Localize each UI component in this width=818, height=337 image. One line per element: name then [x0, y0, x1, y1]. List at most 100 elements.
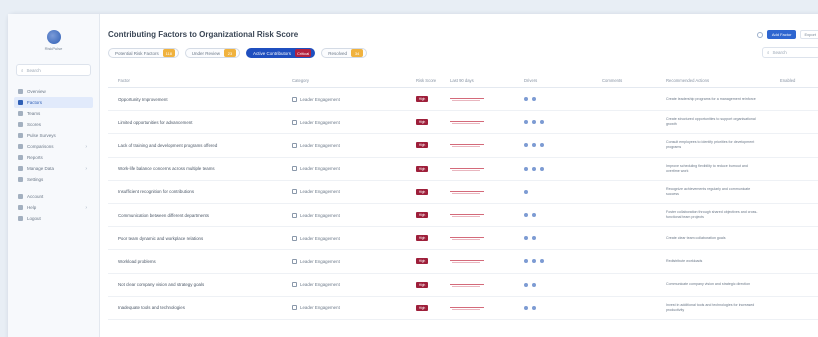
driver-dot-icon[interactable] — [532, 166, 536, 171]
factor-name: Limited opportunities for advancement — [118, 119, 193, 125]
driver-dot-icon[interactable] — [532, 236, 536, 241]
sidebar-item-teams[interactable]: Teams — [14, 108, 93, 119]
factor-name: Insufficient recognition for contributio… — [118, 189, 195, 195]
sidebar-item-reports[interactable]: Reports — [14, 152, 93, 163]
nav-icon — [18, 111, 23, 116]
sparkline-line — [450, 306, 484, 308]
driver-dot-icon[interactable] — [532, 282, 536, 287]
table-search-input[interactable]: ⌕ Search — [762, 47, 818, 58]
category-icon — [292, 258, 297, 264]
driver-dot-icon[interactable] — [532, 120, 536, 125]
driver-dot-icon[interactable] — [524, 120, 528, 125]
nav-icon — [18, 89, 23, 94]
chevron-right-icon: › — [85, 165, 87, 172]
help-icon[interactable] — [756, 31, 763, 38]
column-header[interactable]: Comments — [592, 78, 656, 83]
export-button[interactable]: Export — [800, 30, 818, 39]
trend-sparkline — [450, 142, 484, 148]
driver-dot-icon[interactable] — [524, 236, 528, 241]
column-header[interactable]: Category — [282, 78, 406, 83]
driver-dot-icon[interactable] — [524, 143, 528, 148]
sidebar-search-input[interactable]: ⌕ Search — [16, 64, 91, 76]
sidebar-item-logout[interactable]: Logout — [14, 213, 93, 224]
driver-dot-icon[interactable] — [540, 120, 544, 125]
table-row[interactable]: Not clear company vision and strategy go… — [108, 274, 818, 297]
category-label: Leader Engagement — [300, 166, 340, 172]
trend-cell — [440, 96, 514, 102]
table-row[interactable]: Communication between different departme… — [108, 204, 818, 228]
sidebar-item-scores[interactable]: Scores — [14, 119, 93, 130]
driver-dot-icon[interactable] — [524, 97, 528, 102]
recommended-action: Communicate company vision and strategic… — [666, 282, 751, 287]
table-row[interactable]: Work-life balance concerns across multip… — [108, 158, 818, 181]
table-row[interactable]: Opportunity Improvement Leader Engagement… — [108, 88, 818, 112]
sidebar-item-label: Account — [27, 194, 44, 199]
driver-dot-icon[interactable] — [524, 259, 528, 264]
filter-chip[interactable]: Resolved 34 — [321, 48, 368, 58]
driver-indicators — [524, 120, 592, 125]
category-cell: Leader Engagement — [282, 212, 406, 218]
sidebar-item-label: Teams — [27, 111, 41, 116]
sidebar-item-help[interactable]: Help › — [14, 202, 93, 213]
category-icon — [292, 189, 297, 195]
risk-score-cell: High — [406, 188, 440, 195]
sparkline-line — [452, 123, 480, 125]
table-row[interactable]: Limited opportunities for advancement Lea… — [108, 111, 818, 135]
driver-dot-icon[interactable] — [524, 305, 528, 310]
sidebar-item-comparisons[interactable]: Comparisons › — [14, 141, 93, 152]
filter-chip[interactable]: Under Review 23 — [184, 48, 241, 58]
driver-dot-icon[interactable] — [540, 259, 544, 264]
category-icon — [292, 282, 297, 288]
chevron-right-icon: › — [85, 204, 87, 211]
driver-dot-icon[interactable] — [524, 166, 528, 171]
column-header[interactable]: Recommended Actions — [656, 78, 770, 83]
factor-name: Inadequate tools and technologies — [118, 305, 185, 311]
category-cell: Leader Engagement — [282, 166, 406, 172]
add-factor-button[interactable]: Add Factor — [766, 30, 797, 39]
category-cell: Leader Engagement — [282, 142, 406, 148]
sidebar-item-account[interactable]: Account — [14, 191, 93, 202]
recommended-action: Consult employees to identify priorities… — [666, 140, 755, 150]
drivers-cell — [514, 282, 592, 287]
table-row[interactable]: Poor team dynamic and workplace relation… — [108, 227, 818, 251]
recommended-action: Recognize achievements regularly and com… — [666, 186, 751, 196]
filter-chip[interactable]: Potential Risk Factors 118 — [108, 48, 179, 58]
driver-dot-icon[interactable] — [524, 282, 528, 287]
chip-count-badge: 118 — [162, 49, 175, 57]
driver-dot-icon[interactable] — [532, 259, 536, 264]
table-row[interactable]: Insufficient recognition for contributio… — [108, 181, 818, 204]
column-header[interactable]: Enabled — [770, 78, 810, 83]
sidebar-item-label: Reports — [27, 155, 43, 160]
sidebar-item-pulse-surveys[interactable]: Pulse Surveys — [14, 130, 93, 141]
driver-dot-icon[interactable] — [524, 189, 528, 194]
driver-dot-icon[interactable] — [532, 143, 536, 148]
search-icon: ⌕ — [21, 67, 24, 73]
sidebar-item-factors[interactable]: Factors — [14, 97, 93, 108]
factor-name: Work-life balance concerns across multip… — [118, 166, 215, 172]
table-row[interactable]: Workload problems Leader Engagement High Re… — [108, 250, 818, 274]
filter-chip[interactable]: Active Contributors Critical — [246, 48, 316, 58]
sidebar-item-manage-data[interactable]: Manage Data › — [14, 163, 93, 174]
driver-dot-icon[interactable] — [532, 97, 536, 102]
main-content: Contributing Factors to Organizational R… — [100, 14, 818, 337]
trend-cell — [440, 235, 514, 241]
driver-indicators — [524, 166, 592, 171]
sidebar-item-settings[interactable]: Settings — [14, 174, 93, 185]
category-cell: Leader Engagement — [282, 96, 406, 102]
driver-dot-icon[interactable] — [540, 166, 544, 171]
risk-score-cell: High — [406, 165, 440, 172]
table-row[interactable]: Inadequate tools and technologies Leader … — [108, 297, 818, 320]
column-header[interactable]: Factor — [108, 78, 282, 83]
column-header[interactable]: Drivers — [514, 78, 592, 83]
column-header[interactable]: Last 90 days — [440, 78, 514, 83]
logo-icon — [46, 29, 61, 44]
driver-dot-icon[interactable] — [524, 213, 528, 218]
driver-dot-icon[interactable] — [540, 143, 544, 148]
table-row[interactable]: Lack of training and development program… — [108, 134, 818, 158]
driver-dot-icon[interactable] — [532, 305, 536, 310]
driver-dot-icon[interactable] — [532, 213, 536, 218]
column-header[interactable]: Risk Score — [406, 78, 440, 83]
sidebar-item-label: Logout — [27, 216, 41, 221]
sparkline-line — [450, 144, 484, 146]
sidebar-item-overview[interactable]: Overview — [14, 86, 93, 97]
